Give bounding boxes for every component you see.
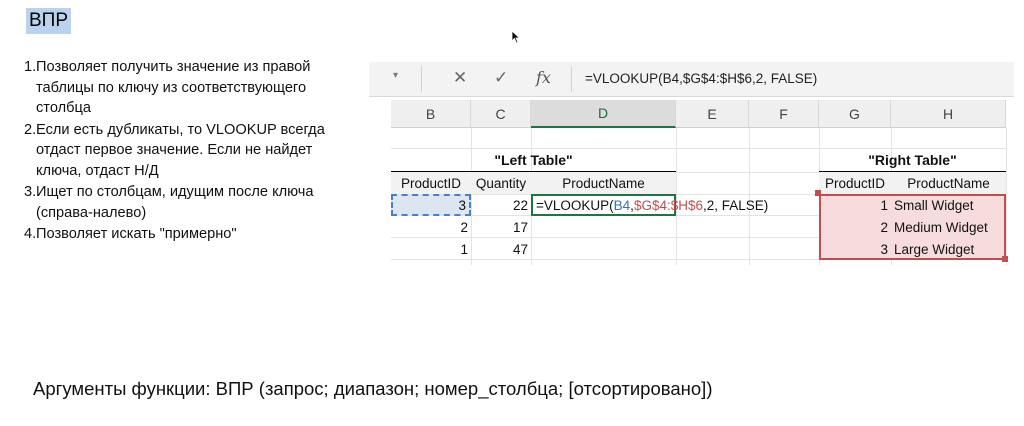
insert-function-icon[interactable]: fx	[536, 68, 551, 87]
cell-h5[interactable]: Medium Widget	[891, 216, 1006, 238]
cell-b6[interactable]: 1	[391, 238, 471, 260]
function-arguments-caption: Аргументы функции: ВПР (запрос; диапазон…	[33, 378, 713, 399]
list-number: 3.	[24, 184, 37, 200]
column-header-d[interactable]: D	[531, 100, 676, 128]
list-text: Позволяет искать "примерно"	[36, 226, 237, 242]
column-header-h[interactable]: H	[891, 100, 1006, 128]
left-header-productid[interactable]: ProductID	[391, 172, 471, 194]
list-item: 3. Ищет по столбцам, идущим после ключа (…	[24, 182, 354, 223]
column-header-f[interactable]: F	[749, 100, 819, 128]
list-item: 4. Позволяет искать "примерно"	[24, 224, 354, 245]
divider	[421, 66, 422, 92]
column-header-e[interactable]: E	[676, 100, 749, 128]
list-text: Позволяет получить значение из правой та…	[36, 59, 311, 116]
list-number: 1.	[24, 59, 37, 75]
slide-title: ВПР	[26, 8, 72, 34]
list-item: 2. Если есть дубликаты, то VLOOKUP всегда…	[24, 120, 354, 182]
right-header-productname[interactable]: ProductName	[891, 172, 1006, 194]
list-text: Ищет по столбцам, идущим после ключа (сп…	[36, 184, 314, 221]
spreadsheet: ▾ ✕ ✓ fx =VLOOKUP(B4,$G$4:$H$6,2, FALSE)…	[369, 60, 1014, 265]
notes-list: 1. Позволяет получить значение из правой …	[24, 57, 354, 246]
namebox-dropdown-icon[interactable]: ▾	[393, 70, 398, 81]
formula-input[interactable]: =VLOOKUP(B4,$G$4:$H$6,2, FALSE)	[585, 71, 817, 86]
gridline	[676, 128, 677, 265]
gridline	[749, 128, 750, 265]
right-header-productid[interactable]: ProductID	[819, 172, 891, 194]
list-number: 2.	[24, 121, 37, 138]
formula-ref-range: $G$4:$H$6	[633, 197, 703, 213]
cancel-icon[interactable]: ✕	[453, 68, 467, 88]
formula-eq: =VLOOKUP(	[536, 197, 614, 213]
left-header-productname[interactable]: ProductName	[531, 172, 676, 194]
cell-b5[interactable]: 2	[391, 216, 471, 238]
right-table-title: "Right Table"	[868, 152, 957, 168]
gridline	[1006, 128, 1007, 265]
column-header-b[interactable]: B	[391, 100, 471, 128]
list-text: Если есть дубликаты, то VLOOKUP всегда о…	[36, 121, 325, 179]
list-number: 4.	[24, 226, 37, 242]
cell-h4[interactable]: Small Widget	[891, 194, 1006, 216]
cell-h6[interactable]: Large Widget	[891, 238, 1006, 260]
editing-cell-d4[interactable]: =VLOOKUP(B4, $G$4:$H$6,2, FALSE)	[531, 194, 768, 216]
formula-rest: ,2, FALSE)	[703, 197, 769, 213]
cell-c4[interactable]: 22	[471, 194, 531, 216]
mouse-pointer-icon	[511, 30, 521, 44]
key-cell-b4[interactable]: 3	[391, 194, 471, 216]
range-handle[interactable]	[1002, 256, 1008, 262]
column-header-g[interactable]: G	[819, 100, 891, 128]
cell-g6[interactable]: 3	[819, 238, 891, 260]
left-header-quantity[interactable]: Quantity	[471, 172, 531, 194]
left-table-title: "Left Table"	[494, 152, 573, 168]
cell-c5[interactable]: 17	[471, 216, 531, 238]
confirm-check-icon[interactable]: ✓	[494, 68, 508, 88]
range-handle[interactable]	[815, 190, 821, 196]
cell-g5[interactable]: 2	[819, 216, 891, 238]
cell-g4[interactable]: 1	[819, 194, 891, 216]
column-header-c[interactable]: C	[471, 100, 531, 128]
formula-bar: ▾ ✕ ✓ fx =VLOOKUP(B4,$G$4:$H$6,2, FALSE)	[369, 62, 1014, 97]
list-item: 1. Позволяет получить значение из правой …	[24, 57, 354, 119]
divider	[571, 66, 572, 92]
formula-ref-key: B4	[613, 197, 631, 213]
cell-c6[interactable]: 47	[471, 238, 531, 260]
